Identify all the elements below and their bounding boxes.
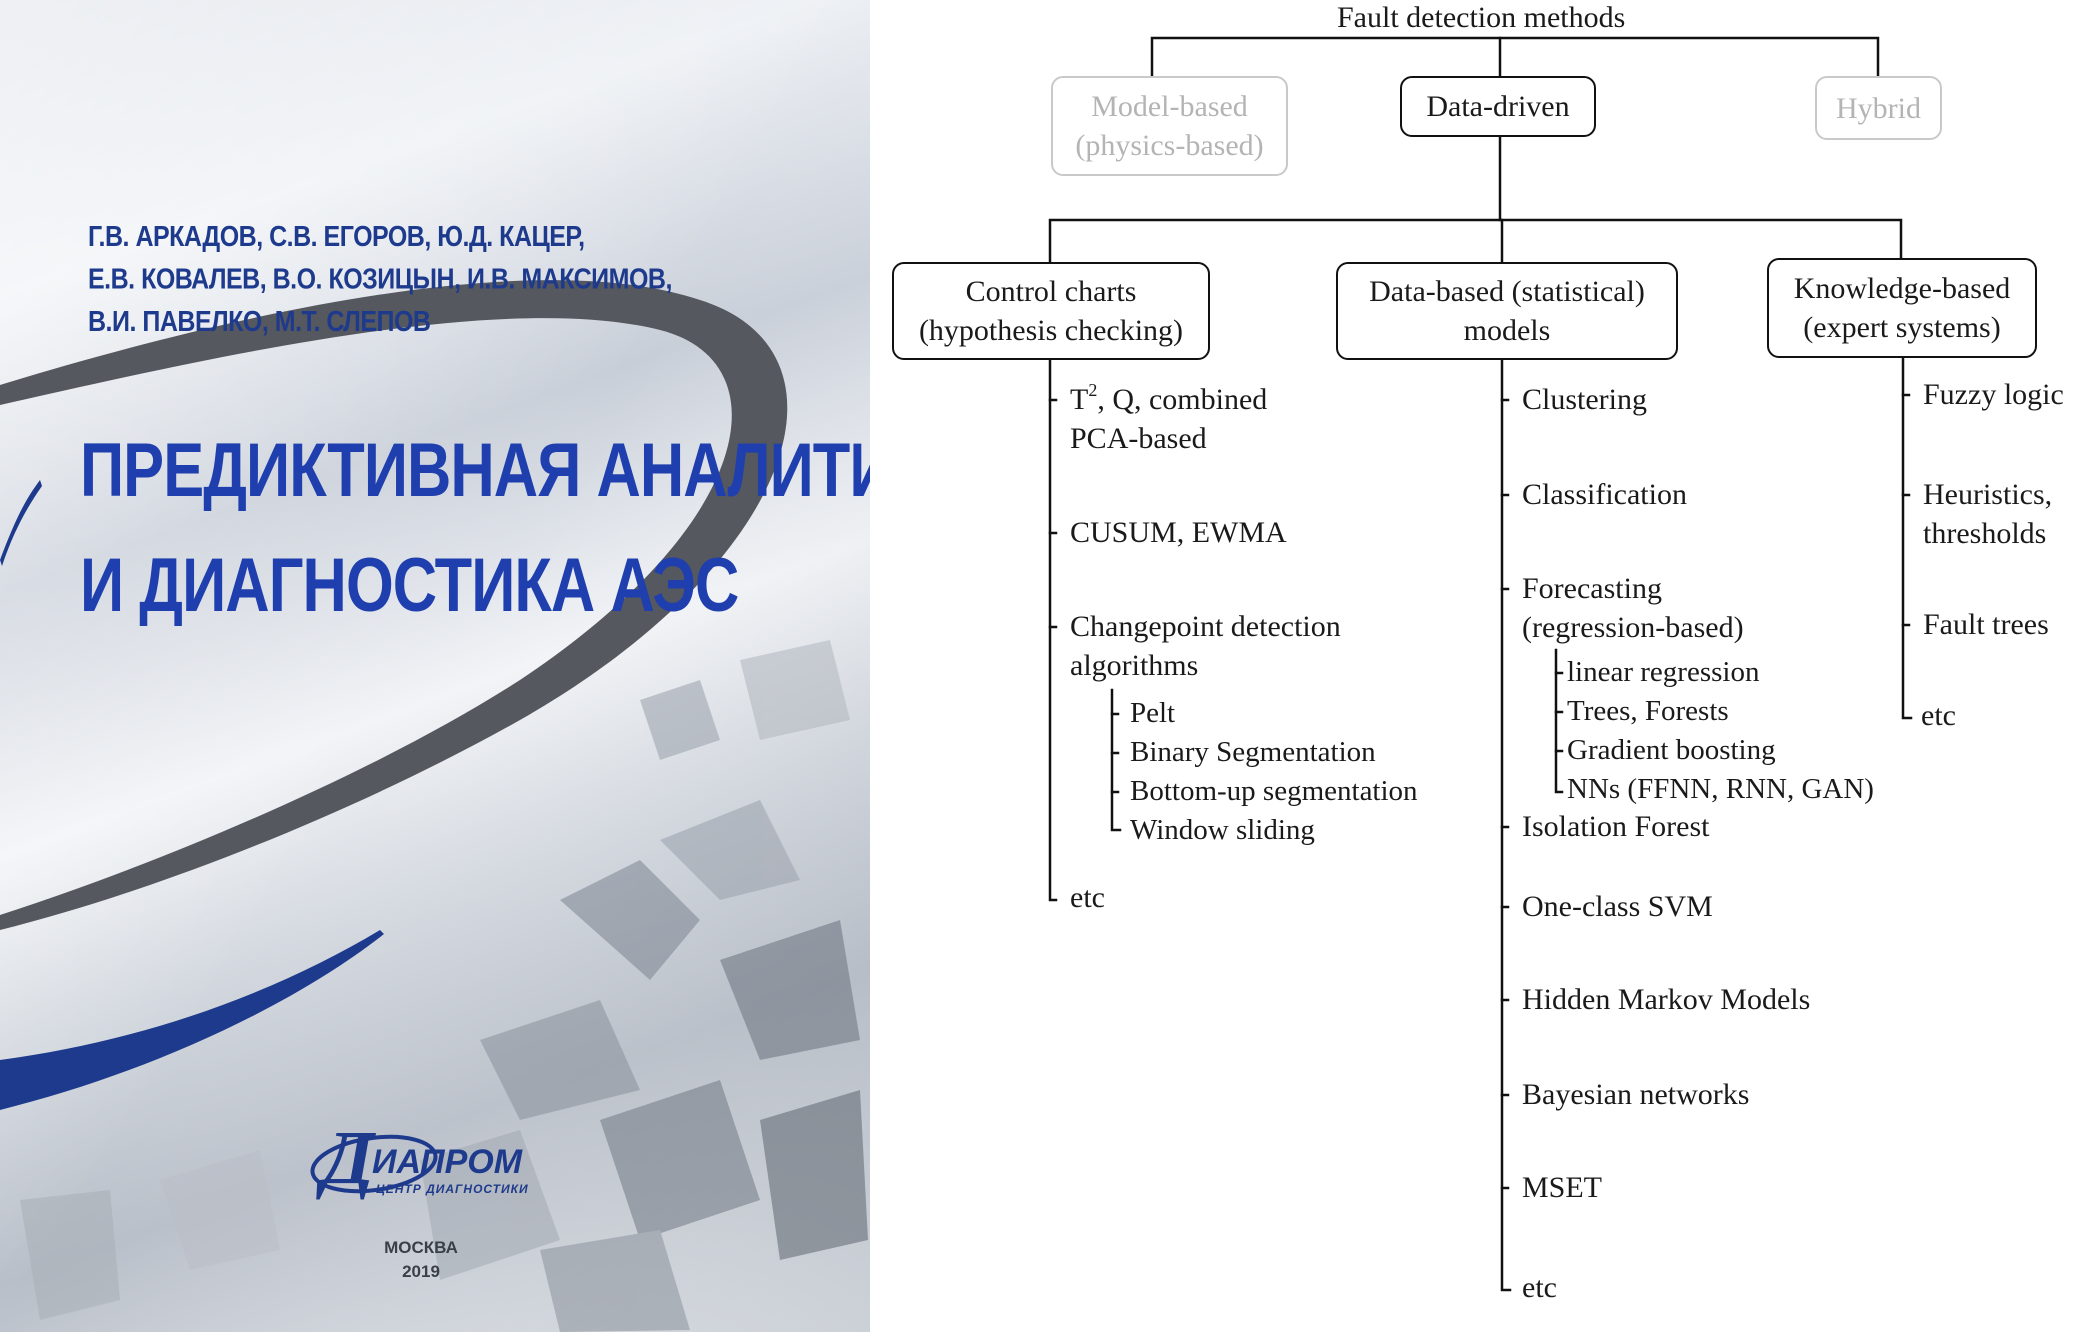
list-item-thresholds: thresholds <box>1923 517 2047 550</box>
control-charts-subtitle: (hypothesis checking) <box>918 314 1184 347</box>
sub-item-nns: NNs (FFNN, RNN, GAN) <box>1567 773 1874 805</box>
author-line: Г.В. АРКАДОВ, С.В. ЕГОРОВ, Ю.Д. КАЦЕР, <box>88 220 585 253</box>
list-item-changepoint-2: algorithms <box>1070 649 1199 682</box>
knowledge-spine <box>1901 356 1913 720</box>
databased-spine <box>1500 356 1512 1292</box>
category-branch-line <box>1048 218 1903 264</box>
sub-item-binary-segmentation: Binary Segmentation <box>1130 736 1376 768</box>
sub-item-gradient-boosting: Gradient boosting <box>1567 734 1776 766</box>
root-label: Fault detection methods <box>1337 1 1626 34</box>
publisher-name: ИАПРОМ <box>372 1143 523 1181</box>
knowledge-based-subtitle: (expert systems) <box>1803 311 2001 344</box>
data-based-title: Data-based (statistical) <box>1369 275 1645 308</box>
list-item-changepoint: Changepoint detection <box>1070 610 1341 643</box>
data-based-subtitle: models <box>1463 314 1551 347</box>
knowledge-based-title: Knowledge-based <box>1793 272 2011 305</box>
control-charts-box: Control charts (hypothesis checking) <box>892 262 1210 360</box>
author-line: В.И. ПАВЕЛКО, М.Т. СЛЕПОВ <box>88 305 431 338</box>
sub-item-linear-regression: linear regression <box>1567 656 1760 688</box>
control-charts-title: Control charts <box>965 275 1137 308</box>
cover-authors: Г.В. АРКАДОВ, С.В. ЕГОРОВ, Ю.Д. КАЦЕР, Е… <box>88 216 672 344</box>
list-item-etc: etc <box>1070 881 1105 914</box>
model-based-label: (physics-based) <box>1075 129 1264 162</box>
list-item-fault-trees: Fault trees <box>1923 608 2049 641</box>
list-item-pca: PCA-based <box>1070 422 1207 455</box>
changepoint-spine <box>1110 688 1122 832</box>
t2-rest: , Q, combined <box>1097 383 1268 416</box>
book-title-line: И ДИАГНОСТИКА АЭС <box>80 541 739 628</box>
control-charts-spine <box>1048 356 1058 902</box>
list-item-cusum: CUSUM, EWMA <box>1070 516 1287 549</box>
book-title-line: ПРЕДИКТИВНАЯ АНАЛИТИКА <box>80 426 870 513</box>
list-item-etc: etc <box>1921 699 1956 732</box>
list-item-etc: etc <box>1522 1271 1557 1304</box>
sub-item-bottom-up: Bottom-up segmentation <box>1130 775 1418 807</box>
cover-city: МОСКВА <box>384 1238 458 1257</box>
sub-item-trees-forests: Trees, Forests <box>1567 695 1729 727</box>
diagram-connectors <box>1048 36 1913 1292</box>
forecasting-spine <box>1554 648 1564 794</box>
list-item-t2: T2, Q, combined <box>1070 380 1267 419</box>
t2-superscript: 2 <box>1088 380 1098 400</box>
list-item-isolation-forest: Isolation Forest <box>1522 810 1710 843</box>
data-driven-box: Data-driven <box>1400 76 1596 137</box>
cover-year: 2019 <box>402 1262 440 1281</box>
list-item-one-class-svm: One-class SVM <box>1522 890 1713 923</box>
list-item-bayesian: Bayesian networks <box>1522 1078 1750 1111</box>
list-item-heuristics: Heuristics, <box>1923 478 2053 511</box>
root-branch-line <box>1150 36 1880 78</box>
list-item-fuzzy-logic: Fuzzy logic <box>1923 378 2064 411</box>
list-item-classification: Classification <box>1522 478 1687 511</box>
model-based-label: Model-based <box>1091 90 1248 123</box>
sub-item-pelt: Pelt <box>1130 697 1176 729</box>
composite-image: Г.В. АРКАДОВ, С.В. ЕГОРОВ, Ю.Д. КАЦЕР, Е… <box>0 0 2094 1332</box>
publisher-letter: Д <box>322 1116 374 1200</box>
list-item-mset: MSET <box>1522 1171 1603 1204</box>
hybrid-box: Hybrid <box>1815 76 1942 140</box>
book-title: ПРЕДИКТИВНАЯ АНАЛИТИКА И ДИАГНОСТИКА АЭС <box>80 412 870 642</box>
hybrid-label: Hybrid <box>1836 91 1921 125</box>
list-item-forecasting: Forecasting <box>1522 572 1662 605</box>
list-item-clustering: Clustering <box>1522 383 1647 416</box>
knowledge-based-box: Knowledge-based (expert systems) <box>1767 258 2037 358</box>
fault-detection-diagram: Fault detection methods Model-based (phy… <box>870 0 2094 1332</box>
publisher-logo: Д ИАПРОМ ЦЕНТР ДИАГНОСТИКИ <box>292 1118 542 1214</box>
cover-imprint: МОСКВА 2019 <box>0 1236 842 1284</box>
data-based-box: Data-based (statistical) models <box>1336 262 1678 360</box>
author-line: Е.В. КОВАЛЕВ, В.О. КОЗИЦЫН, И.В. МАКСИМО… <box>88 263 672 296</box>
book-cover: Г.В. АРКАДОВ, С.В. ЕГОРОВ, Ю.Д. КАЦЕР, Е… <box>0 0 870 1332</box>
list-item-hmm: Hidden Markov Models <box>1522 983 1811 1016</box>
sub-item-window-sliding: Window sliding <box>1130 814 1315 846</box>
t2-prefix: T <box>1070 383 1089 416</box>
model-based-box: Model-based (physics-based) <box>1051 76 1288 176</box>
list-item-forecasting-2: (regression-based) <box>1522 611 1744 644</box>
publisher-subtitle: ЦЕНТР ДИАГНОСТИКИ <box>376 1182 529 1196</box>
data-driven-label: Data-driven <box>1426 90 1570 123</box>
